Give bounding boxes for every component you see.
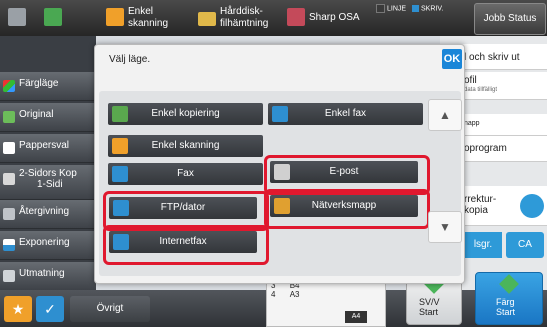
shortcut-label: napp [464,120,480,127]
bw-start-label-line1: SV/V [419,297,440,307]
sidebar-item-label: 2-Sidors Kop [19,168,77,179]
mode-simple-fax-button[interactable]: Enkel fax [268,103,423,125]
mode-label: Enkel skanning [151,140,220,151]
sidebar-item-exposure[interactable]: Exponering [0,231,96,260]
dialog-title: Välj läge. [109,54,151,65]
exposure-icon [3,239,15,251]
mode-label: E-post [329,166,359,177]
simple-copy-icon [112,106,128,122]
fax-icon [112,166,128,182]
mode-label: Enkel fax [324,108,367,119]
fax-icon [44,8,62,26]
ftp-icon [113,200,129,216]
tray-size: A3 [289,290,300,299]
select-mode-dialog: Välj läge. OK Enkel kopiering Enkel fax … [94,44,465,284]
checkmark-icon[interactable]: ✓ [36,296,64,322]
status-indicators: LINJE SKRIV. [372,4,443,13]
sidebar-item-label: Utmatning [19,268,65,279]
mode-tab-label: Sharp OSA [309,12,360,23]
sidebar-item-label: Färgläge [19,78,59,89]
file-sublabel: data tillfälligt [464,87,498,93]
scan-icon [106,8,124,26]
proof-copy-label-line2: kopia [464,205,488,216]
mode-tab-fax[interactable] [42,2,102,34]
sidebar-item-label: Original [19,109,54,120]
ok-button[interactable]: OK [442,49,462,69]
mode-label: Nätverksmapp [311,200,377,211]
output-icon [3,270,15,282]
bw-start-label-line2: Start [419,307,439,317]
network-folder-icon [274,198,290,214]
mode-tab-label-line2: filhämtning [220,18,269,29]
mode-tab-copy[interactable] [6,2,40,34]
mode-scrollbar: ▲ ▼ [428,91,462,276]
mode-simple-copy-button[interactable]: Enkel kopiering [108,103,263,125]
file-label: ofil [464,75,477,86]
scroll-up-button[interactable]: ▲ [428,99,462,131]
color-start-button[interactable]: Färg Start [475,272,543,325]
bottom-bar: ★ ✓ Övrigt 1A4 2A4 3 B44 A3 5 A4 SV/VSta… [0,244,547,327]
top-mode-bar: Enkel skanning Hårddisk-filhämtning Sharp… [0,0,547,36]
clear-settings-button[interactable]: lsgr. [464,232,502,258]
sidebar-item-label: Återgivning [19,206,70,217]
sidebar-item-duplex[interactable]: 2-Sidors Kop 1-Sidi [0,165,96,200]
mode-fax-button[interactable]: Fax [108,163,263,185]
mode-tab-hdd-retrieval[interactable]: Hårddisk-filhämtning [196,2,282,34]
mode-network-folder-button[interactable]: Nätverksmapp [270,195,418,217]
start-diamond-icon [499,274,519,294]
email-icon [274,164,290,180]
color-start-label-line2: Start [496,307,516,317]
color-mode-icon [3,80,15,92]
tray-number: 4 [271,290,276,299]
proof-copy-icon [520,194,544,218]
paper-icon [3,142,15,154]
mode-tab-label-line1: Enkel [128,6,154,17]
mode-label: Fax [177,168,194,179]
simple-scan-icon [112,138,128,154]
sidebar-item-label: Pappersval [19,140,70,151]
folder-icon [198,12,216,26]
sidebar-item-color-mode[interactable]: Färgläge [0,72,96,101]
mode-label: FTP/dator [160,202,206,213]
sidebar-item-sublabel: 1-Sidi [37,179,63,190]
reproduction-icon [3,208,15,220]
sidebar-item-paper[interactable]: Pappersval [0,134,96,163]
mode-label: Enkel kopiering [151,108,220,119]
mode-email-button[interactable]: E-post [270,161,418,183]
mode-tab-label-line2: skanning [128,18,169,29]
proof-copy-label-line1: rrektur- [464,194,497,205]
favorite-star-icon[interactable]: ★ [4,296,32,322]
mode-tab-simple-scan[interactable]: Enkel skanning [104,2,190,34]
sidebar-item-reproduction[interactable]: Återgivning [0,200,96,229]
line-indicator-label: LINJE [387,5,407,13]
mode-tab-sharp-osa[interactable]: Sharp OSA [285,2,365,34]
ca-button[interactable]: CA [506,232,544,258]
sidebar-item-output[interactable]: Utmatning [0,262,96,291]
color-start-label-line1: Färg [496,297,515,307]
print-indicator-label: SKRIV. [421,5,444,13]
mode-list: Enkel kopiering Enkel fax Enkel skanning… [99,91,462,276]
sidebar: Färgläge Original Pappersval 2-Sidors Ko… [0,36,96,291]
osa-icon [287,8,305,26]
job-status-button[interactable]: Jobb Status [474,3,546,35]
original-icon [3,111,15,123]
sidebar-item-original[interactable]: Original [0,103,96,132]
mode-simple-scan-button[interactable]: Enkel skanning [108,135,263,157]
preview-and-print-label: l och skriv ut [464,52,520,63]
program-label: oprogram [464,143,507,154]
mode-ftp-button[interactable]: FTP/dator [109,197,257,219]
other-button[interactable]: Övrigt [70,296,150,322]
internet-fax-icon [113,234,129,250]
line-indicator-icon [376,4,385,13]
duplex-icon [3,173,15,185]
mode-label: Internetfax [159,236,207,247]
scroll-down-button[interactable]: ▼ [428,211,462,243]
mode-internet-fax-button[interactable]: Internetfax [109,231,257,253]
print-indicator-icon [412,5,420,12]
copy-icon [8,8,26,26]
mode-tab-label-line1: Hårddisk- [220,6,263,17]
tray-size-selected: A4 [345,311,367,323]
sidebar-item-label: Exponering [19,237,70,248]
simple-fax-icon [272,106,288,122]
